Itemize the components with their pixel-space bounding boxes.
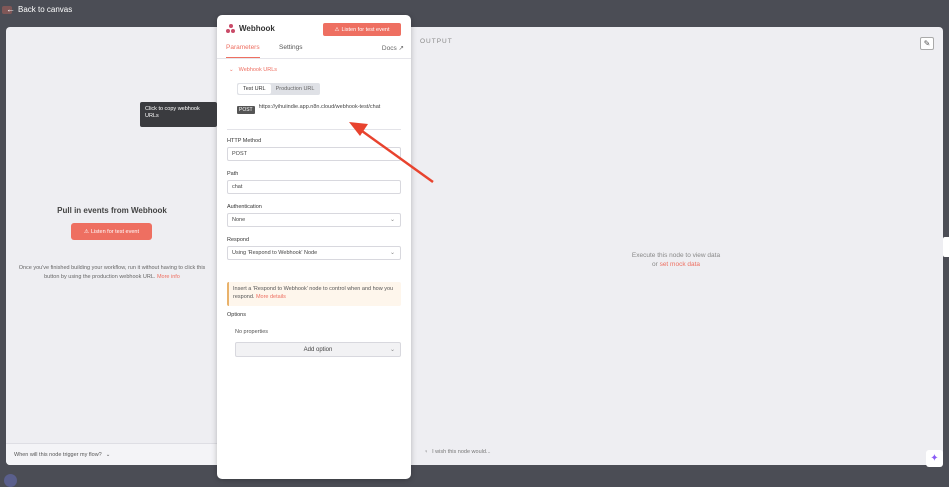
annotation-arrow xyxy=(349,122,434,184)
annotation-arrow-line xyxy=(361,129,434,184)
